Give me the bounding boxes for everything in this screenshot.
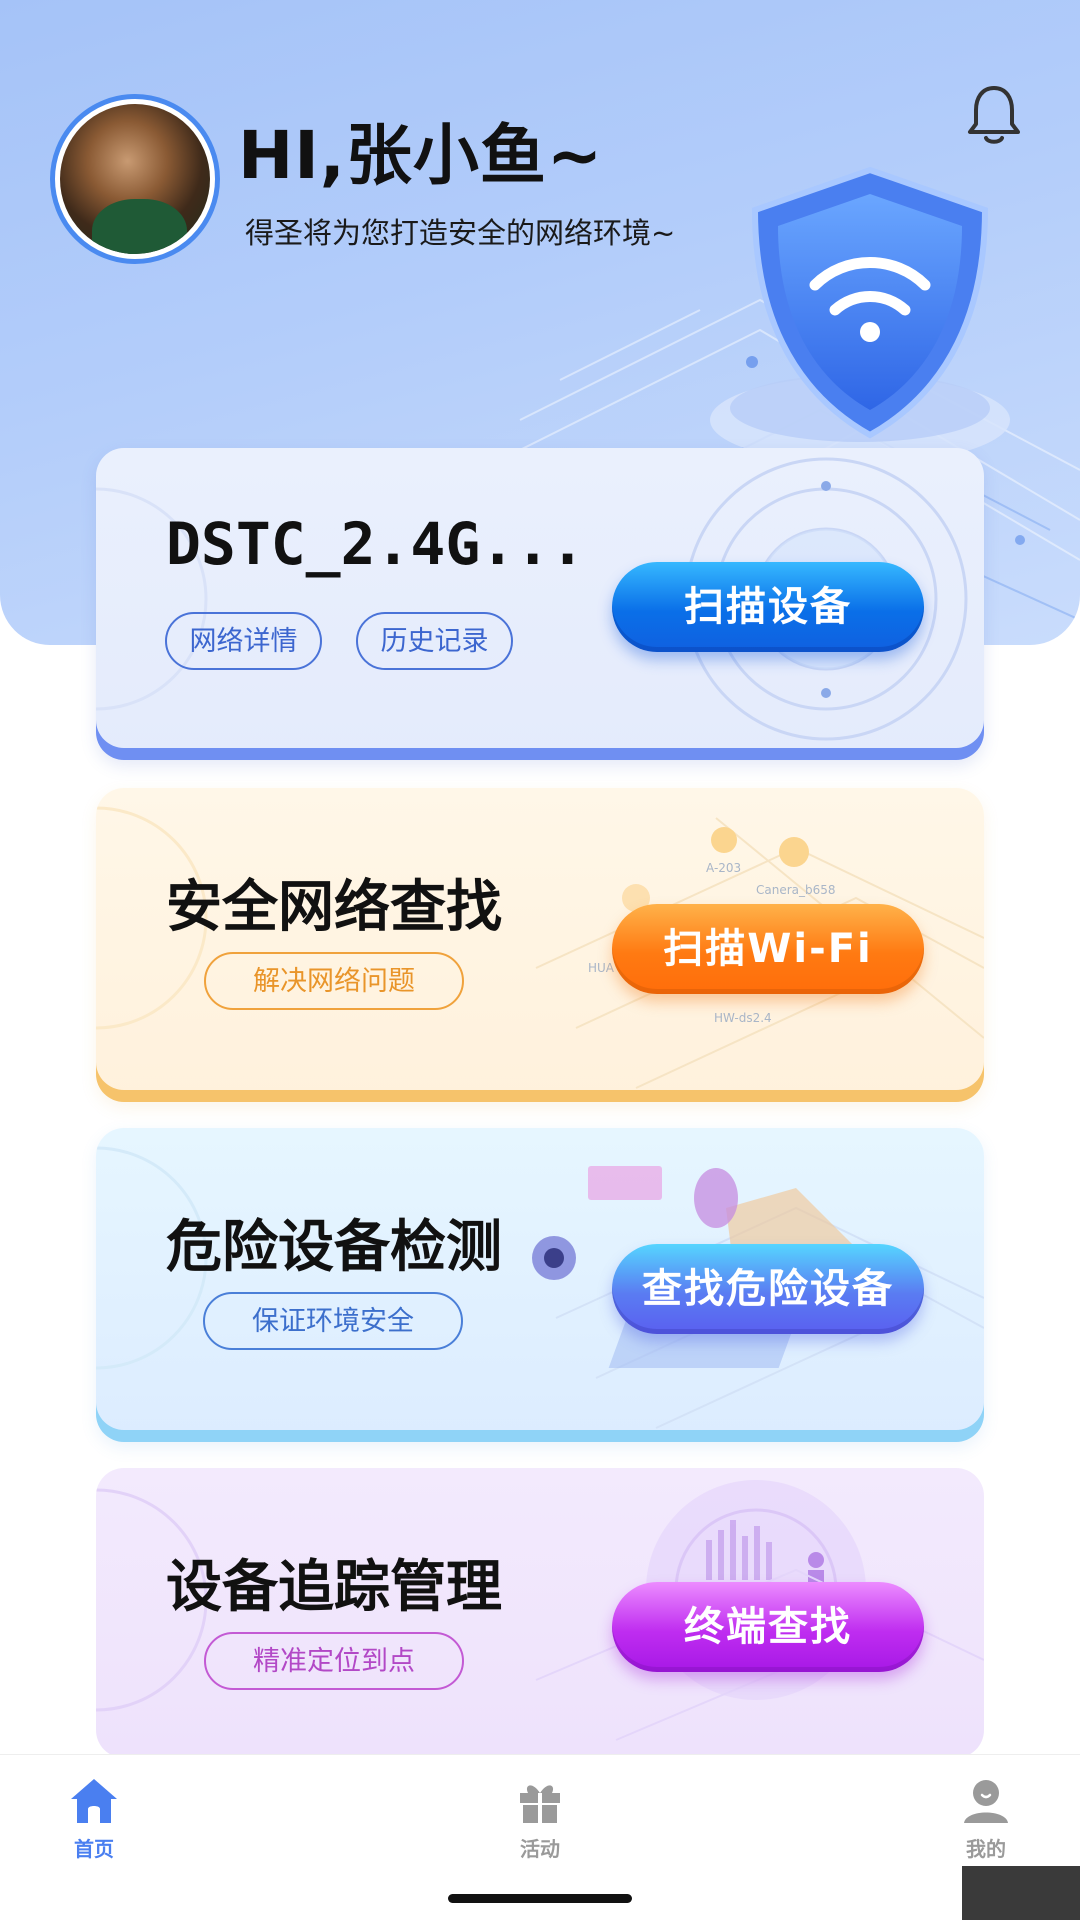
solve-network-issue-button[interactable]: 解决网络问题	[204, 952, 464, 1010]
tab-label: 首页	[74, 1837, 114, 1861]
greeting-title: HI,张小鱼~	[238, 117, 604, 194]
card-title: 设备追踪管理	[166, 1555, 502, 1620]
scan-wifi-button[interactable]: 扫描Wi-Fi	[612, 904, 924, 994]
wifi-label-canera: Canera_b658	[756, 883, 836, 897]
terminal-search-button[interactable]: 终端查找	[612, 1582, 924, 1672]
avatar[interactable]	[50, 94, 220, 264]
network-details-button[interactable]: 网络详情	[165, 612, 322, 670]
bell-icon[interactable]	[966, 82, 1022, 146]
overlay-block	[962, 1866, 1080, 1920]
avatar-image	[60, 104, 210, 254]
device-tracking-card: 设备追踪管理 精准定位到点 终端查找	[96, 1468, 984, 1758]
find-danger-devices-button[interactable]: 查找危险设备	[612, 1244, 924, 1334]
card-title: 安全网络查找	[166, 875, 502, 940]
tab-activity[interactable]: 活动	[480, 1775, 600, 1885]
tab-home[interactable]: 首页	[34, 1775, 154, 1885]
greeting-subtitle: 得圣将为您打造安全的网络环境~	[245, 216, 676, 250]
wifi-label-hw: HW-ds2.4	[714, 1011, 772, 1025]
scan-devices-button[interactable]: 扫描设备	[612, 562, 924, 652]
tab-label: 我的	[966, 1837, 1006, 1861]
user-icon	[964, 1780, 1008, 1823]
danger-device-card: 危险设备检测 保证环境安全 查找危险设备	[96, 1128, 984, 1442]
gift-icon	[520, 1785, 560, 1823]
wifi-shield-icon	[751, 166, 989, 439]
precise-location-button[interactable]: 精准定位到点	[204, 1632, 464, 1690]
safe-network-card: A-203 Canera_b658 HUA HW-ds2.4 安全网络查找 解决…	[96, 788, 984, 1102]
tab-label: 活动	[520, 1837, 560, 1861]
network-card: DSTC_2.4G... 网络详情 历史记录 扫描设备	[96, 448, 984, 760]
card-title: 危险设备检测	[166, 1215, 502, 1280]
home-icon	[71, 1779, 117, 1823]
home-indicator	[448, 1894, 632, 1903]
wifi-label-hua: HUA	[588, 961, 615, 975]
wifi-label-a203: A-203	[706, 861, 741, 875]
network-name: DSTC_2.4G...	[166, 510, 586, 578]
history-button[interactable]: 历史记录	[356, 612, 513, 670]
ensure-safety-button[interactable]: 保证环境安全	[203, 1292, 463, 1350]
